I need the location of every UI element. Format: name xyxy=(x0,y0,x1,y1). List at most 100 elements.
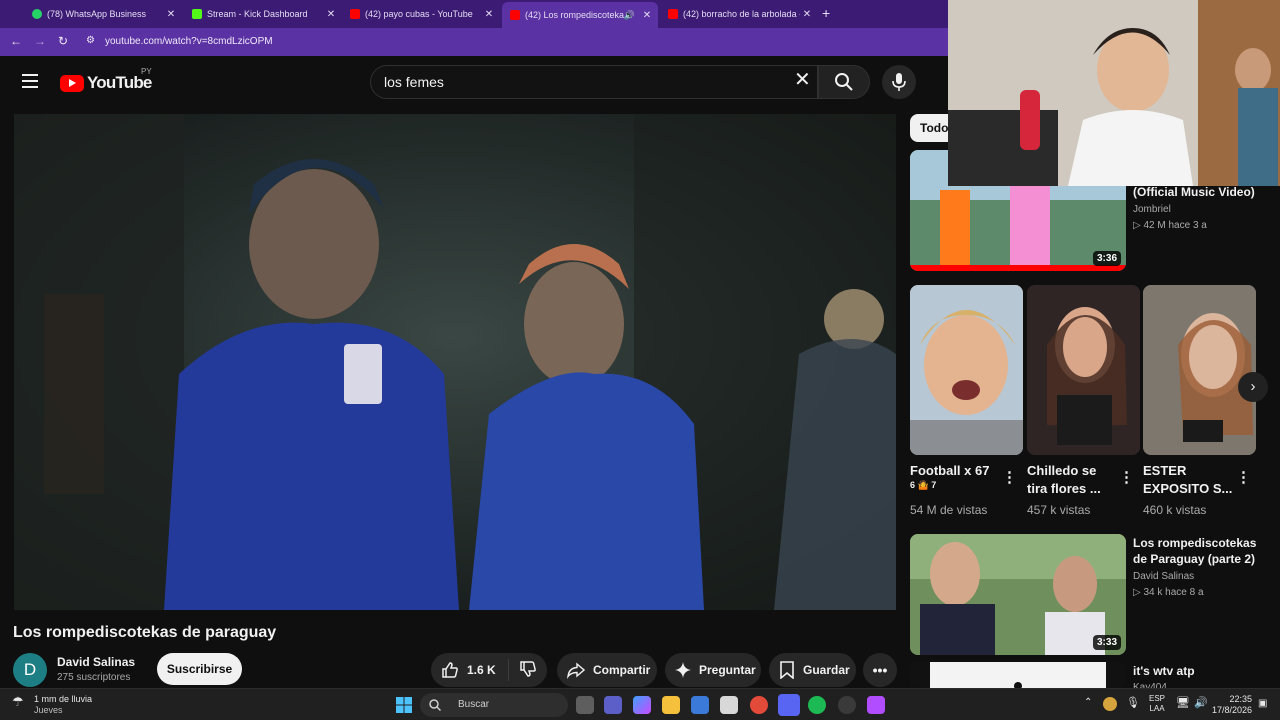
dislike-button[interactable] xyxy=(509,660,545,681)
chevron-up-icon[interactable]: ⌃ xyxy=(1084,697,1092,708)
app-icon[interactable] xyxy=(720,696,738,714)
back-icon[interactable]: ← xyxy=(10,34,22,48)
more-actions-button[interactable]: ••• xyxy=(863,653,897,687)
browser-tab-bar: (78) WhatsApp Business ✕ Stream - Kick D… xyxy=(0,0,948,28)
search-icon xyxy=(429,699,441,711)
short-title[interactable]: ESTER EXPOSITO S... xyxy=(1143,462,1238,498)
like-count: 1.6 K xyxy=(467,663,496,677)
save-button[interactable]: Guardar xyxy=(769,653,856,687)
close-tab-icon[interactable]: ✕ xyxy=(324,9,338,20)
tab-title: Stream - Kick Dashboard xyxy=(207,9,308,19)
new-tab-icon[interactable]: + xyxy=(822,5,830,21)
microphone-icon xyxy=(892,73,906,91)
youtube-play-icon xyxy=(60,74,84,92)
youtube-logo[interactable]: YouTube xyxy=(60,73,152,93)
language-code: ESP xyxy=(1148,694,1165,703)
search-box[interactable] xyxy=(370,65,818,99)
close-tab-icon[interactable]: ✕ xyxy=(164,9,178,20)
tab-whatsapp[interactable]: (78) WhatsApp Business ✕ xyxy=(24,3,182,25)
copilot-icon[interactable] xyxy=(633,696,651,714)
video-player[interactable] xyxy=(14,114,896,610)
network-icon[interactable]: 🖥 xyxy=(1176,696,1190,709)
search-button[interactable] xyxy=(818,65,870,99)
channel-avatar[interactable]: D xyxy=(13,653,47,687)
language-indicator[interactable]: ESP LAA xyxy=(1146,694,1168,714)
recommended-title[interactable]: (Official Music Video) xyxy=(1133,184,1273,200)
youtube-header: YouTube PY ✕ xyxy=(0,56,948,108)
chrome-icon[interactable] xyxy=(750,696,768,714)
forward-icon[interactable]: → xyxy=(34,34,46,48)
tab-kick[interactable]: Stream - Kick Dashboard ✕ xyxy=(184,3,342,25)
recommended-channel[interactable]: Jombriel xyxy=(1133,202,1171,217)
clear-search-icon[interactable]: ✕ xyxy=(794,70,811,90)
app-icon[interactable] xyxy=(867,696,885,714)
teams-icon[interactable] xyxy=(604,696,622,714)
menu-icon[interactable] xyxy=(22,74,38,88)
task-view-icon[interactable] xyxy=(576,696,594,714)
bookmark-icon xyxy=(780,661,794,679)
close-tab-icon[interactable]: ✕ xyxy=(482,9,496,20)
search-input[interactable] xyxy=(384,74,784,90)
tab-title: (42) payo cubas - YouTube xyxy=(365,9,473,19)
more-vert-icon[interactable]: ⋮ xyxy=(1002,468,1017,486)
recommended-channel[interactable]: David Salinas xyxy=(1133,569,1194,584)
recommended-title[interactable]: it's wtv atp xyxy=(1133,663,1195,679)
windows-taskbar: ☂ 1 mm de lluvia Jueves Buscar ⌃ 🎙 ESP L… xyxy=(0,688,1280,720)
close-tab-icon[interactable]: ✕ xyxy=(800,9,814,20)
site-info-icon[interactable]: ⚙ xyxy=(86,35,95,46)
url-field[interactable]: youtube.com/watch?v=8cmdLzicOPM xyxy=(105,36,273,47)
reload-icon[interactable]: ↻ xyxy=(58,34,68,48)
subscribe-button[interactable]: Suscribirse xyxy=(157,653,242,685)
microphone-icon[interactable]: 🎙 xyxy=(1126,696,1140,709)
close-tab-icon[interactable]: ✕ xyxy=(640,10,654,21)
obs-icon[interactable] xyxy=(838,696,856,714)
spotify-icon[interactable] xyxy=(808,696,826,714)
recommended-title[interactable]: Los rompediscotekas de Paraguay (parte 2… xyxy=(1133,535,1273,567)
tab-rompediscotekas[interactable]: (42) Los rompediscotekas d 🔊 ✕ xyxy=(502,2,658,28)
more-vert-icon[interactable]: ⋮ xyxy=(1119,468,1134,486)
tray-app-icon[interactable] xyxy=(1103,697,1117,711)
speaker-icon[interactable]: 🔊 xyxy=(624,10,635,21)
shorts-next-button[interactable]: › xyxy=(1238,372,1268,402)
file-explorer-icon[interactable] xyxy=(662,696,680,714)
rain-cloud-icon: ☂ xyxy=(12,694,24,709)
store-icon[interactable] xyxy=(691,696,709,714)
like-button[interactable]: 1.6 K xyxy=(431,659,509,681)
tab-payo-cubas[interactable]: (42) payo cubas - YouTube ✕ xyxy=(342,3,500,25)
recommended-thumbnail[interactable]: 3:33 xyxy=(910,534,1126,655)
notification-icon[interactable]: ▣ xyxy=(1258,698,1267,709)
channel-name[interactable]: David Salinas xyxy=(57,655,135,669)
recommended-meta-text: 42 M hace 3 a xyxy=(1143,220,1207,231)
system-clock[interactable]: 22:35 17/8/2026 xyxy=(1212,694,1252,716)
recommended-thumbnail[interactable] xyxy=(910,662,1126,688)
short-title-line: Chilledo se xyxy=(1027,463,1097,478)
volume-icon[interactable]: 🔊 xyxy=(1194,696,1208,709)
recommended-channel[interactable]: Kay404 xyxy=(1133,680,1167,688)
kick-icon xyxy=(192,9,202,19)
voice-search-button[interactable] xyxy=(882,65,916,99)
recommended-meta: ▷ 42 M hace 3 a xyxy=(1133,220,1207,231)
short-thumbnail[interactable] xyxy=(1143,285,1256,455)
tab-borracho[interactable]: (42) borracho de la arbolada - Y ✕ xyxy=(660,3,818,25)
recommended-title-line: de Paraguay (parte 2) xyxy=(1133,552,1256,566)
more-vert-icon[interactable]: ⋮ xyxy=(1236,468,1251,486)
short-image xyxy=(910,285,1023,455)
short-thumbnail[interactable] xyxy=(910,285,1023,455)
short-thumbnail[interactable] xyxy=(1027,285,1140,455)
share-icon xyxy=(567,662,585,679)
tab-title: (42) borracho de la arbolada - Y xyxy=(683,9,800,19)
short-title[interactable]: Chilledo se tira flores ... xyxy=(1027,462,1122,498)
weather-widget[interactable]: ☂ 1 mm de lluvia Jueves xyxy=(12,694,92,716)
save-label: Guardar xyxy=(803,663,850,677)
short-title-line: 6 🤷 7 xyxy=(910,480,937,490)
share-button[interactable]: Compartir xyxy=(557,653,657,687)
windows-start-icon[interactable] xyxy=(396,697,412,713)
recommended-meta: ▷ 34 k hace 8 a xyxy=(1133,587,1204,598)
ask-button[interactable]: Preguntar xyxy=(665,653,761,687)
subscriber-count: 275 suscriptores xyxy=(57,672,131,683)
short-title-line: tira flores ... xyxy=(1027,481,1101,496)
short-title[interactable]: Football x 67 6 🤷 7 xyxy=(910,462,1005,491)
thumbnail-image xyxy=(930,662,1106,688)
discord-icon[interactable] xyxy=(778,694,800,716)
taskbar-search[interactable]: Buscar xyxy=(420,693,568,717)
